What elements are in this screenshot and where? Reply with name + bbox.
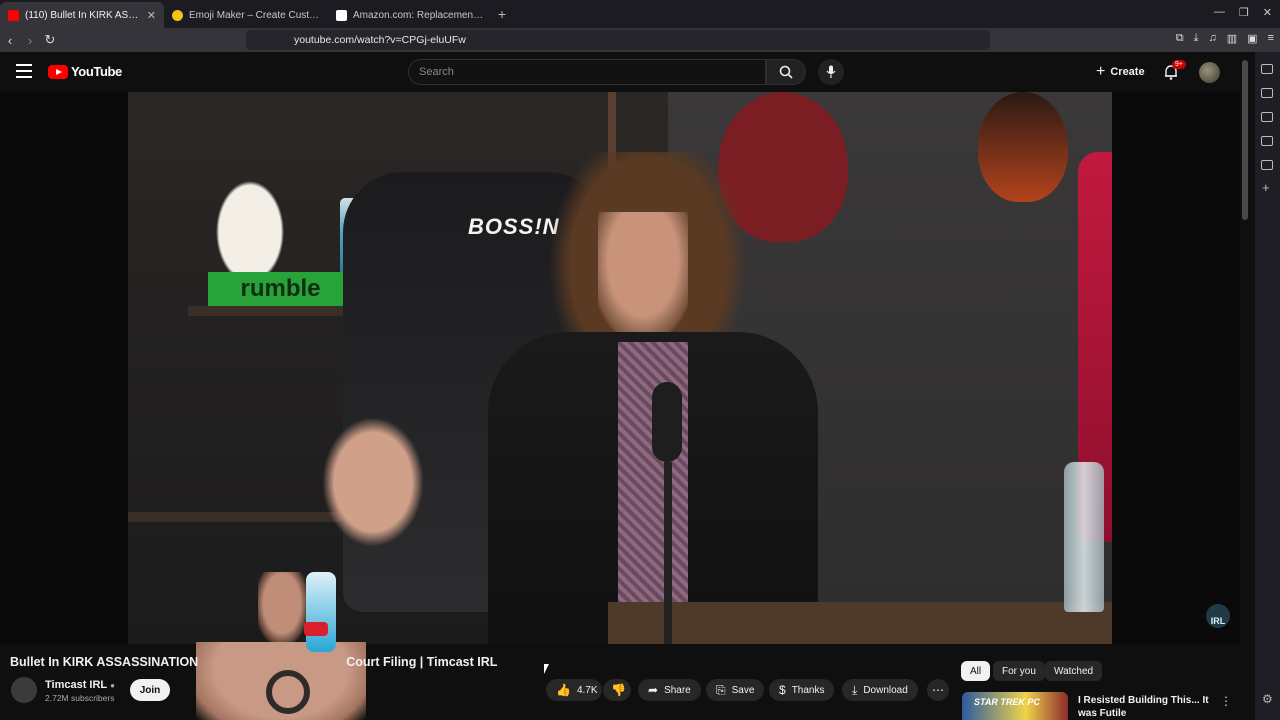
create-button[interactable]: + Create bbox=[1088, 60, 1153, 84]
side-panel-icon[interactable] bbox=[1261, 160, 1273, 170]
reload-icon[interactable]: ↻ bbox=[40, 32, 60, 48]
url-text: youtube.com/watch?v=CPGj-eluUFw bbox=[294, 34, 466, 46]
search-button[interactable] bbox=[766, 59, 806, 85]
plus-icon: + bbox=[1096, 63, 1106, 80]
sidebar-toggle-icon[interactable]: ▥ bbox=[1227, 32, 1237, 45]
filter-chip-watched[interactable]: Watched bbox=[1045, 661, 1103, 681]
share-arrow-icon: ➦ bbox=[648, 683, 659, 697]
maximize-icon[interactable]: ❐ bbox=[1239, 6, 1249, 19]
filter-chip-all[interactable]: All bbox=[961, 661, 991, 681]
settings-gear-icon[interactable]: ⚙ bbox=[1262, 692, 1273, 706]
thanks-dollar-icon: $ bbox=[779, 683, 786, 697]
more-actions-button[interactable]: ⋯ bbox=[927, 679, 949, 701]
account-avatar[interactable] bbox=[1199, 62, 1220, 83]
thanks-button[interactable]: $ Thanks bbox=[769, 679, 835, 701]
channel-avatar[interactable] bbox=[11, 677, 37, 703]
youtube-play-icon bbox=[48, 64, 68, 79]
side-panel-icon[interactable] bbox=[1261, 112, 1273, 122]
search-input[interactable]: Search bbox=[408, 59, 766, 85]
podcast-microphone bbox=[640, 382, 694, 644]
browser-side-panel: + ⚙ bbox=[1255, 52, 1280, 720]
more-horizontal-icon: ⋯ bbox=[932, 683, 944, 697]
side-panel-icon[interactable] bbox=[1261, 88, 1273, 98]
download-button[interactable]: ⤓ Download bbox=[842, 679, 918, 701]
water-bottle bbox=[1064, 462, 1104, 612]
new-tab-button[interactable]: + bbox=[492, 6, 512, 22]
video-player[interactable]: rumble BOSS!N IRL bbox=[0, 92, 1240, 644]
download-icon: ⤓ bbox=[852, 682, 858, 697]
window-controls: — ❐ ✕ bbox=[1214, 6, 1272, 19]
wallet-icon[interactable]: ▣ bbox=[1247, 32, 1257, 45]
download-icon[interactable]: ⤓ bbox=[1194, 32, 1199, 45]
recommendation-menu-icon[interactable]: ⋮ bbox=[1220, 694, 1232, 708]
dislike-button[interactable]: 👎 bbox=[603, 679, 631, 701]
llama-plush bbox=[210, 172, 290, 272]
video-title: Bullet In KIRK ASSASSINATION Court Filing… bbox=[10, 655, 498, 669]
add-panel-icon[interactable]: + bbox=[1262, 180, 1270, 195]
amazon-favicon-icon bbox=[336, 9, 347, 21]
like-count: 4.7K bbox=[576, 684, 598, 696]
address-bar[interactable]: youtube.com/watch?v=CPGj-eluUFw bbox=[246, 30, 990, 50]
thumbs-up-icon: 👍 bbox=[556, 683, 571, 697]
share-button[interactable]: ➦ Share bbox=[638, 679, 701, 701]
youtube-favicon-icon bbox=[8, 9, 19, 21]
like-button[interactable]: 👍 4.7K bbox=[546, 679, 602, 701]
mouse-cursor bbox=[544, 664, 554, 674]
tab-title: Amazon.com: Replacement CPU bbox=[353, 9, 484, 21]
side-panel-icon[interactable] bbox=[1261, 64, 1273, 74]
microphone-icon bbox=[826, 65, 836, 78]
channel-name[interactable]: Timcast IRL ● bbox=[45, 679, 115, 691]
channel-watermark[interactable]: IRL bbox=[1206, 604, 1230, 628]
recommendation-title[interactable]: I Resisted Building This... It was Futil… bbox=[1078, 694, 1218, 720]
toolbar-extensions: ⧉ ⤓ ♫ ▥ ▣ ≡ bbox=[1176, 32, 1274, 45]
browser-toolbar: ‹ › ↻ youtube.com/watch?v=CPGj-eluUFw ⧉ … bbox=[0, 28, 1280, 52]
youtube-logo[interactable]: YouTube bbox=[48, 64, 122, 79]
save-button[interactable]: ⎘ Save bbox=[706, 679, 765, 701]
thumbs-down-icon: 👎 bbox=[611, 683, 626, 697]
close-window-icon[interactable]: ✕ bbox=[1263, 6, 1272, 19]
search-icon bbox=[779, 65, 793, 79]
youtube-logo-text: YouTube bbox=[71, 64, 122, 79]
tab-title: Emoji Maker – Create Custom & bbox=[189, 9, 320, 21]
guide-menu-icon[interactable] bbox=[16, 64, 32, 78]
menu-icon[interactable]: ≡ bbox=[1268, 32, 1274, 45]
join-button[interactable]: Join bbox=[130, 679, 170, 701]
minimize-icon[interactable]: — bbox=[1214, 6, 1225, 19]
verified-icon: ● bbox=[110, 681, 115, 690]
youtube-header: YouTube Search + Create 9+ bbox=[0, 52, 1244, 92]
page-scrollbar[interactable] bbox=[1242, 60, 1248, 220]
music-icon[interactable]: ♫ bbox=[1209, 32, 1217, 45]
emoji-favicon-icon bbox=[172, 9, 183, 21]
notification-badge: 9+ bbox=[1172, 60, 1186, 69]
video-frame: rumble BOSS!N bbox=[128, 92, 1112, 644]
webcam-overlay bbox=[186, 566, 372, 720]
save-label: Save bbox=[731, 684, 755, 696]
create-label: Create bbox=[1110, 66, 1145, 78]
forward-icon[interactable]: › bbox=[20, 33, 40, 48]
browser-tab-amazon[interactable]: Amazon.com: Replacement CPU bbox=[328, 2, 492, 28]
thumbnail-text: STAR TREK PC bbox=[974, 697, 1040, 707]
browser-tab-youtube[interactable]: (110) Bullet In KIRK ASSASS ✕ bbox=[0, 2, 164, 28]
side-panel-icon[interactable] bbox=[1261, 136, 1273, 146]
filter-chip-for-you[interactable]: For you bbox=[993, 661, 1045, 681]
back-icon[interactable]: ‹ bbox=[0, 33, 20, 48]
voice-search-button[interactable] bbox=[818, 59, 844, 85]
thanks-label: Thanks bbox=[791, 684, 825, 696]
tab-title: (110) Bullet In KIRK ASSASS bbox=[25, 9, 141, 21]
rumble-sign: rumble bbox=[208, 272, 353, 306]
bookmark-icon: ⎘ bbox=[716, 682, 726, 697]
close-tab-icon[interactable]: ✕ bbox=[147, 9, 156, 22]
browser-tab-emoji-maker[interactable]: Emoji Maker – Create Custom & bbox=[164, 2, 328, 28]
download-label: Download bbox=[863, 684, 908, 696]
recommendation-thumbnail[interactable]: STAR TREK PC bbox=[962, 692, 1068, 720]
extensions-icon[interactable]: ⧉ bbox=[1176, 32, 1184, 45]
browser-tab-strip: (110) Bullet In KIRK ASSASS ✕ Emoji Make… bbox=[0, 0, 1280, 28]
share-label: Share bbox=[664, 684, 691, 696]
subscriber-count: 2.72M subscribers bbox=[45, 693, 115, 703]
